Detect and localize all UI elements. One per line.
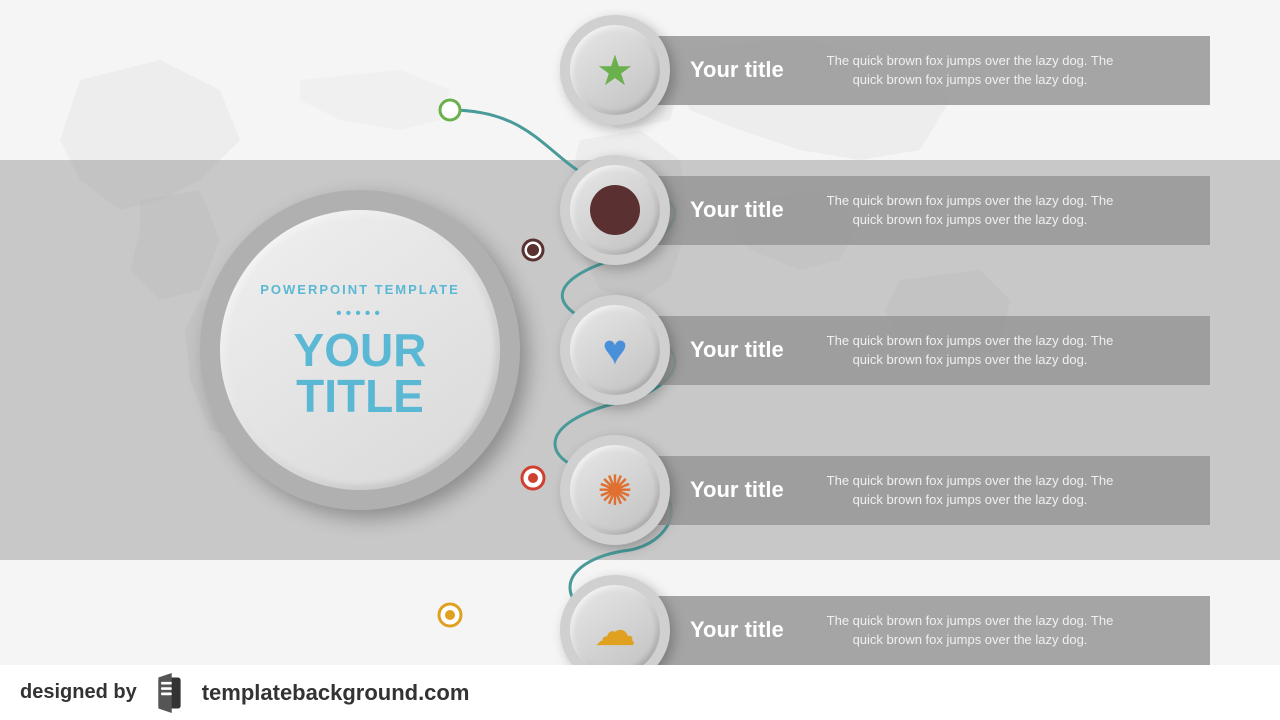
item-1-icon-circle: ★	[560, 15, 670, 125]
item-2-icon-inner	[570, 165, 660, 255]
main-circle: POWERPOINT TEMPLATE ••••• YOURTITLE	[200, 190, 520, 510]
item-3-icon-circle: ♥	[560, 295, 670, 405]
footer-designed-by: designed by	[20, 681, 137, 704]
item-5-title: Your title	[690, 617, 790, 643]
item-1-title: Your title	[690, 57, 790, 83]
item-card-1: ★ Your title The quick brown fox jumps o…	[560, 15, 1280, 125]
sun-icon: ✺	[597, 466, 632, 515]
item-3-icon-inner: ♥	[570, 305, 660, 395]
main-circle-inner: POWERPOINT TEMPLATE ••••• YOURTITLE	[220, 210, 500, 490]
item-3-text-box: Your title The quick brown fox jumps ove…	[650, 316, 1210, 385]
item-1-description: The quick brown fox jumps over the lazy …	[810, 51, 1130, 90]
item-4-description: The quick brown fox jumps over the lazy …	[810, 471, 1130, 510]
item-3-title: Your title	[690, 337, 790, 363]
office-logo-icon	[152, 673, 187, 713]
item-5-text-box: Your title The quick brown fox jumps ove…	[650, 596, 1210, 665]
footer-url: templatebackground.com	[202, 680, 470, 706]
item-2-title: Your title	[690, 197, 790, 223]
circle-brown-icon	[590, 185, 640, 235]
item-card-3: ♥ Your title The quick brown fox jumps o…	[560, 295, 1280, 405]
item-4-icon-circle: ✺	[560, 435, 670, 545]
main-circle-title: YOURTITLE	[294, 327, 427, 419]
blob-icon: ☁	[594, 606, 636, 655]
item-5-description: The quick brown fox jumps over the lazy …	[810, 611, 1130, 650]
item-4-icon-inner: ✺	[570, 445, 660, 535]
item-2-text-box: Your title The quick brown fox jumps ove…	[650, 176, 1210, 245]
item-4-text-box: Your title The quick brown fox jumps ove…	[650, 456, 1210, 525]
item-1-icon-inner: ★	[570, 25, 660, 115]
main-circle-subtitle: POWERPOINT TEMPLATE	[260, 282, 460, 297]
item-card-2: Your title The quick brown fox jumps ove…	[560, 155, 1280, 265]
item-1-text-box: Your title The quick brown fox jumps ove…	[650, 36, 1210, 105]
item-2-icon-circle	[560, 155, 670, 265]
star-icon: ★	[596, 46, 634, 95]
main-circle-dots: •••••	[336, 305, 384, 323]
item-4-title: Your title	[690, 477, 790, 503]
item-3-description: The quick brown fox jumps over the lazy …	[810, 331, 1130, 370]
item-5-icon-inner: ☁	[570, 585, 660, 675]
heart-icon: ♥	[603, 326, 628, 374]
footer: designed by templatebackground.com	[0, 665, 1280, 720]
item-card-4: ✺ Your title The quick brown fox jumps o…	[560, 435, 1280, 545]
item-2-description: The quick brown fox jumps over the lazy …	[810, 191, 1130, 230]
